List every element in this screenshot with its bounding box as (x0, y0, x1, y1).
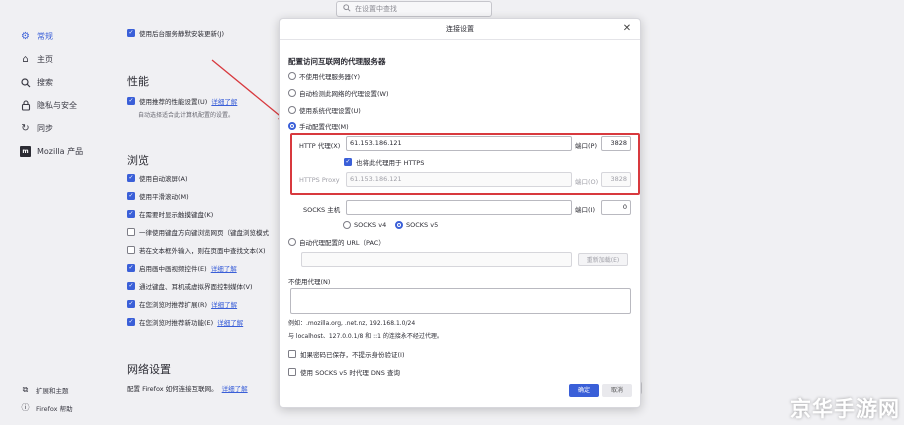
sidebar-item-label: 搜索 (37, 78, 53, 87)
cancel-button[interactable]: 取消 (602, 384, 632, 397)
checkbox[interactable]: ✓ (127, 174, 135, 182)
radio[interactable] (288, 106, 296, 114)
search-input[interactable]: 在设置中查找 (336, 1, 492, 17)
sidebar-item-label: 扩展和主题 (36, 386, 69, 395)
gear-icon: ⚙ (21, 30, 30, 42)
checkbox[interactable] (288, 350, 296, 358)
checkbox[interactable]: ✓ (127, 264, 135, 272)
network-heading: 网络设置 (127, 363, 171, 376)
radio-socks-v5[interactable]: SOCKS v5 (395, 221, 438, 229)
learn-more-link[interactable]: 详细了解 (217, 317, 243, 327)
watermark: 京华手游网 (790, 397, 900, 421)
learn-more-link[interactable]: 详细了解 (222, 383, 248, 393)
socks-port-label: 端口(I) (575, 206, 595, 214)
radio[interactable] (288, 72, 296, 80)
sidebar-item-search[interactable]: 搜索 (20, 77, 53, 88)
background-update-checkbox[interactable]: ✓ 使用后台服务静默安装更新(J) (127, 28, 224, 38)
browsing-option-checkbox[interactable]: 一律使用键盘方向键浏览网页（键盘浏览模式 (127, 227, 269, 237)
checkbox[interactable]: ✓ (127, 300, 135, 308)
browsing-option-checkbox[interactable]: ✓ 启用画中画视频控件(E) 详细了解 (127, 263, 237, 273)
performance-heading: 性能 (127, 75, 149, 88)
pac-url-input[interactable] (301, 252, 572, 267)
socks-host-label: SOCKS 主机 (303, 206, 341, 214)
annotation-highlight-box (290, 133, 640, 195)
connection-settings-dialog: 连接设置 ✕ 配置访问互联网的代理服务器 不使用代理服务器(Y) 自动检测此网络… (279, 18, 641, 408)
home-icon: ⌂ (22, 53, 29, 65)
radio[interactable] (288, 238, 296, 246)
sidebar-item-label: Firefox 帮助 (36, 404, 73, 413)
search-icon (343, 4, 351, 14)
search-icon (20, 77, 31, 88)
socks-host-input[interactable] (346, 200, 572, 215)
checkbox[interactable]: ✓ (127, 210, 135, 218)
sidebar: ⚙ 常规 ⌂ 主页 搜索 隐私与安全 ↻ 同步 m Mozilla 产品 ⧉ 扩… (0, 0, 112, 425)
proxy-heading: 配置访问互联网的代理服务器 (288, 57, 386, 66)
browsing-option-checkbox[interactable]: ✓ 使用平滑滚动(M) (127, 191, 189, 201)
radio-auto-detect[interactable]: 自动检测此网络的代理设置(W) (288, 88, 389, 98)
radio-pac-url[interactable]: 自动代理配置的 URL（PAC） (288, 237, 385, 247)
radio-system-proxy[interactable]: 使用系统代理设置(U) (288, 105, 361, 115)
recommended-performance-checkbox[interactable]: ✓ 使用推荐的性能设置(U) 详细了解 (127, 96, 237, 106)
sidebar-item-privacy[interactable]: 隐私与安全 (20, 100, 77, 111)
browsing-option-checkbox[interactable]: ✓ 在您浏览时推荐新功能(E) 详细了解 (127, 317, 243, 327)
no-auth-prompt-checkbox[interactable]: 如果密码已保存，不提示身份验证(I) (288, 349, 405, 359)
close-icon[interactable]: ✕ (620, 22, 634, 36)
localhost-note: 与 localhost、127.0.0.1/8 和 ::1 的连接永不经过代理。 (288, 333, 443, 340)
browsing-option-checkbox[interactable]: ✓ 在您浏览时推荐扩展(R) 详细了解 (127, 299, 237, 309)
checkbox[interactable] (127, 228, 135, 236)
mozilla-icon: m (20, 146, 31, 157)
lock-icon (20, 100, 31, 111)
sidebar-item-home[interactable]: ⌂ 主页 (20, 54, 53, 65)
no-proxy-example: 例如：.mozilla.org, .net.nz, 192.168.1.0/24 (288, 320, 416, 327)
checkbox[interactable] (127, 246, 135, 254)
no-proxy-label: 不使用代理(N) (288, 278, 331, 286)
sidebar-item-label: 隐私与安全 (37, 101, 77, 110)
browsing-option-checkbox[interactable]: 若在文本框外输入，则在页面中查找文本(X) (127, 245, 266, 255)
search-placeholder: 在设置中查找 (355, 5, 397, 13)
checkbox[interactable]: ✓ (127, 192, 135, 200)
checkbox[interactable] (288, 368, 296, 376)
sidebar-item-label: 常规 (37, 32, 53, 41)
sidebar-item-mozilla[interactable]: m Mozilla 产品 (20, 146, 83, 157)
network-settings-description: 配置 Firefox 如何连接互联网。 详细了解 (127, 383, 248, 393)
performance-description: 自动选择适合此计算机配置的设置。 (138, 112, 235, 119)
radio[interactable] (343, 221, 351, 229)
learn-more-link[interactable]: 详细了解 (211, 263, 237, 273)
puzzle-icon: ⧉ (22, 384, 29, 394)
browsing-heading: 浏览 (127, 154, 149, 167)
browsing-option-checkbox[interactable]: ✓ 通过键盘、耳机或虚拟界面控制媒体(V) (127, 281, 253, 291)
sidebar-item-label: 同步 (37, 124, 53, 133)
checkbox[interactable]: ✓ (127, 318, 135, 326)
sidebar-item-general[interactable]: ⚙ 常规 (20, 31, 53, 42)
checkbox[interactable]: ✓ (127, 97, 135, 105)
dialog-title: 连接设置 (446, 25, 474, 33)
sidebar-item-label: 主页 (37, 55, 53, 64)
browsing-option-checkbox[interactable]: ✓ 使用自动滚屏(A) (127, 173, 188, 183)
checkbox[interactable]: ✓ (127, 29, 135, 37)
browsing-option-checkbox[interactable]: ✓ 在需要时显示触摸键盘(K) (127, 209, 213, 219)
learn-more-link[interactable]: 详细了解 (211, 96, 237, 106)
sidebar-item-sync[interactable]: ↻ 同步 (20, 123, 53, 134)
sidebar-item-addons[interactable]: ⧉ 扩展和主题 (20, 384, 69, 395)
radio-manual-proxy[interactable]: 手动配置代理(M) (288, 121, 349, 131)
radio-selected[interactable] (288, 122, 296, 130)
reload-button[interactable]: 重新加载(E) (578, 253, 628, 266)
no-proxy-textarea[interactable] (290, 288, 631, 314)
radio[interactable] (288, 89, 296, 97)
divider (280, 39, 640, 40)
sidebar-item-label: Mozilla 产品 (37, 147, 84, 156)
help-icon: ⓘ (21, 402, 30, 412)
ok-button[interactable]: 确定 (569, 384, 599, 397)
radio-no-proxy[interactable]: 不使用代理服务器(Y) (288, 71, 360, 81)
learn-more-link[interactable]: 详细了解 (211, 299, 237, 309)
sync-icon: ↻ (21, 122, 30, 134)
radio-socks-v4[interactable]: SOCKS v4 (343, 221, 386, 229)
socks-dns-checkbox[interactable]: 使用 SOCKS v5 时代理 DNS 查询 (288, 367, 400, 377)
radio-selected[interactable] (395, 221, 403, 229)
sidebar-item-help[interactable]: ⓘ Firefox 帮助 (20, 402, 73, 413)
socks-port-input[interactable]: 0 (601, 200, 631, 215)
checkbox[interactable]: ✓ (127, 282, 135, 290)
